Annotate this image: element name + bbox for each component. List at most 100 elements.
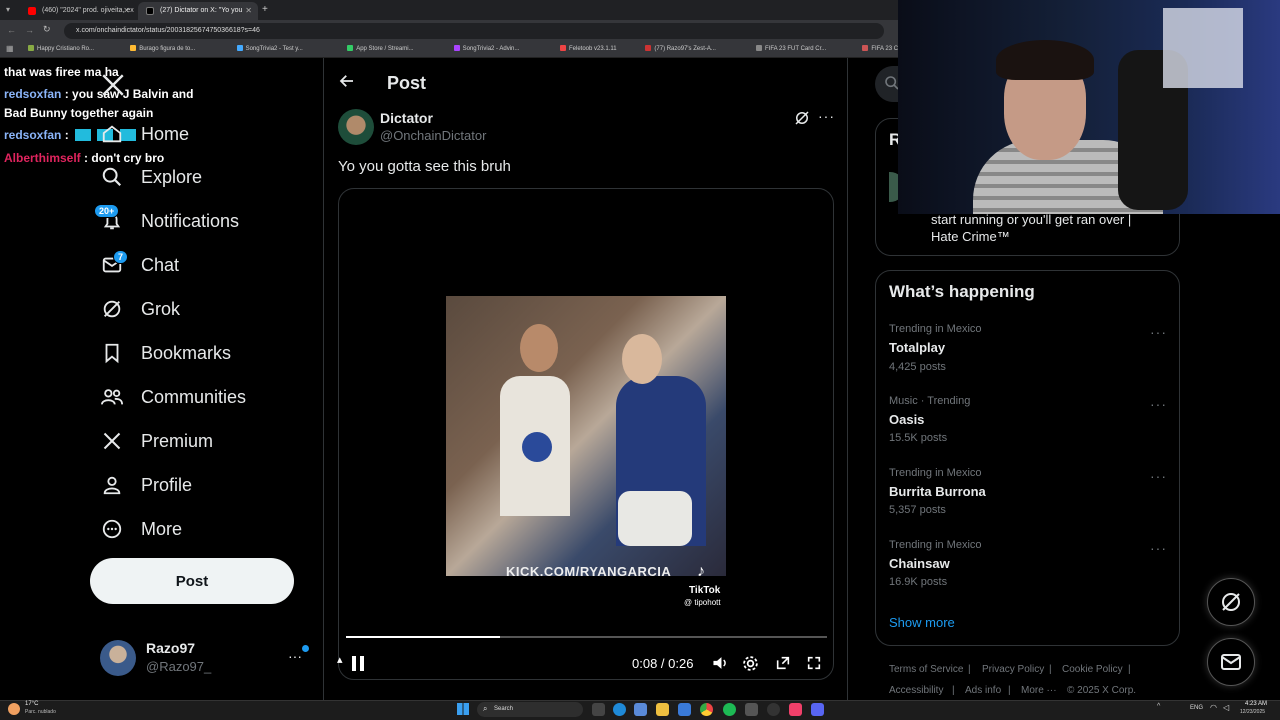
back-arrow-icon[interactable]	[338, 72, 358, 92]
sidebar-item-premium[interactable]: Premium	[100, 423, 213, 459]
language-indicator[interactable]: ENG	[1190, 705, 1203, 711]
back-icon[interactable]: ←	[7, 25, 16, 35]
card-text: start running or you'll get ran over |	[931, 212, 1132, 227]
new-tab-icon[interactable]: +	[262, 4, 268, 15]
music-app-icon[interactable]	[789, 703, 802, 716]
sidebar-item-explore[interactable]: Explore	[100, 159, 202, 195]
chat-badge: 7	[113, 250, 129, 264]
footer-link[interactable]: Terms of Service	[889, 664, 963, 675]
bookmark-item[interactable]: (77) Razo97's Zest-A...	[645, 45, 716, 52]
status-dot	[302, 645, 309, 652]
tab-youtube[interactable]: (460) "2024" prod. ojiveita, ex ✕	[20, 2, 136, 20]
popout-icon[interactable]	[775, 655, 791, 676]
calculator-icon[interactable]	[745, 703, 758, 716]
tiktok-user: @ tipohott	[684, 598, 721, 607]
fullscreen-icon[interactable]	[806, 655, 822, 676]
messages-float-button[interactable]	[1207, 638, 1255, 686]
bookmark-item[interactable]: SongTrivia2 - Test y...	[236, 45, 303, 52]
account-switcher[interactable]: Razo97 @Razo97_ ···	[100, 640, 310, 680]
trend-more-icon[interactable]: ···	[1150, 324, 1167, 340]
bookmark-item[interactable]: Feletoob v23.1.11	[560, 45, 617, 52]
x-logo-icon[interactable]	[100, 72, 126, 98]
webcam-overlay	[898, 0, 1280, 214]
spotify-icon[interactable]	[723, 703, 736, 716]
bookmark-item[interactable]: Burago figura de to...	[130, 45, 195, 52]
tab-x-post[interactable]: (27) Dictator on X: "Yo you ✕	[138, 2, 258, 20]
obs-icon[interactable]	[767, 703, 780, 716]
footer-link[interactable]: Privacy Policy	[982, 664, 1044, 675]
trend-name[interactable]: Chainsaw	[889, 556, 950, 571]
discord-icon[interactable]	[811, 703, 824, 716]
tab-title: (27) Dictator on X: "Yo you	[160, 7, 243, 14]
grok-float-button[interactable]	[1207, 578, 1255, 626]
volume-icon[interactable]	[711, 655, 729, 676]
clock-date[interactable]: 12/23/2025	[1240, 709, 1265, 715]
sidebar-item-grok[interactable]: Grok	[100, 291, 180, 327]
task-view-icon[interactable]	[592, 703, 605, 716]
footer-link[interactable]: Ads info	[965, 685, 1001, 696]
footer-separator: |	[1049, 664, 1052, 675]
card-text: Hate Crime™	[931, 229, 1010, 244]
edge-icon[interactable]	[613, 703, 626, 716]
volume-tray-icon[interactable]: ◁	[1223, 703, 1229, 712]
trend-name[interactable]: Oasis	[889, 412, 924, 427]
grok-icon	[100, 297, 124, 321]
tab-menu-icon[interactable]: ▾	[6, 5, 10, 14]
close-icon[interactable]: ✕	[123, 6, 130, 15]
video-frame[interactable]: KICK.COM/RYANGARCIA	[446, 296, 726, 576]
reload-icon[interactable]: ↻	[43, 24, 51, 35]
account-more-icon[interactable]: ···	[288, 648, 302, 664]
sidebar-item-bookmarks[interactable]: Bookmarks	[100, 335, 231, 371]
post-button[interactable]: Post	[90, 558, 294, 604]
sidebar-item-more[interactable]: More	[100, 511, 182, 547]
author-name[interactable]: Dictator	[380, 110, 433, 126]
mail-app-icon[interactable]	[678, 703, 691, 716]
sidebar-item-label: More	[141, 518, 183, 539]
pause-icon[interactable]	[351, 656, 365, 671]
trend-more-icon[interactable]: ···	[1150, 396, 1167, 412]
wifi-icon[interactable]: ◠	[1210, 703, 1217, 712]
sidebar-item-home[interactable]: Home	[100, 116, 189, 152]
author-handle[interactable]: @OnchainDictator	[380, 128, 486, 143]
url-field[interactable]: x.com/onchaindictator/status/20031825674…	[64, 23, 884, 39]
trend-meta: Trending in Mexico	[889, 467, 982, 479]
show-more-link[interactable]: Show more	[889, 615, 955, 630]
trend-more-icon[interactable]: ···	[1150, 468, 1167, 484]
chat-line: redsoxfan : you saw J Balvin and	[4, 85, 193, 104]
footer-link[interactable]: More ···	[1021, 685, 1057, 696]
sidebar-item-communities[interactable]: Communities	[100, 379, 246, 415]
file-explorer-icon[interactable]	[656, 703, 669, 716]
sidebar-item-notifications[interactable]: Notifications	[100, 203, 239, 239]
avatar	[100, 640, 136, 676]
forward-icon[interactable]: →	[25, 25, 34, 35]
store-icon[interactable]	[634, 703, 647, 716]
taskbar-search[interactable]: ⌕ Search	[477, 702, 583, 717]
bookmark-item[interactable]: App Store / Streami...	[347, 45, 414, 52]
author-avatar[interactable]	[338, 109, 374, 145]
bookmark-item[interactable]: FIFA 23 FUT Card Cr...	[756, 45, 826, 52]
communities-icon	[100, 385, 124, 409]
trend-more-icon[interactable]: ···	[1150, 540, 1167, 556]
post-more-icon[interactable]: ···	[818, 108, 835, 124]
clock-time[interactable]: 4:23 AM	[1245, 701, 1267, 707]
trend-name[interactable]: Burrita Burrona	[889, 484, 986, 499]
settings-icon[interactable]	[742, 655, 759, 677]
close-icon[interactable]: ✕	[245, 6, 252, 15]
weather-desc: Parc. nublado	[25, 709, 56, 715]
tiktok-icon: ♪	[697, 563, 705, 580]
bookmark-item[interactable]: Happy Cristiano Ro...	[28, 45, 94, 52]
bookmark-label: Feletoob v23.1.11	[569, 46, 617, 52]
tray-up-icon[interactable]: ^	[1157, 703, 1160, 710]
footer-link[interactable]: Accessibility	[889, 685, 943, 696]
apps-icon[interactable]: ▦	[6, 44, 14, 53]
sidebar-item-profile[interactable]: Profile	[100, 467, 192, 503]
sidebar-item-chat[interactable]: Chat	[100, 247, 179, 283]
bookmark-item[interactable]: SongTrivia2 - Advin...	[453, 45, 519, 52]
trend-name[interactable]: Totalplay	[889, 340, 945, 355]
windows-start-icon[interactable]	[457, 703, 469, 715]
chrome-icon[interactable]	[700, 703, 713, 716]
footer-link[interactable]: Cookie Policy	[1062, 664, 1123, 675]
grok-icon[interactable]	[793, 109, 811, 132]
chat-username: redsoxfan	[4, 128, 62, 142]
footer-separator: |	[952, 685, 955, 696]
